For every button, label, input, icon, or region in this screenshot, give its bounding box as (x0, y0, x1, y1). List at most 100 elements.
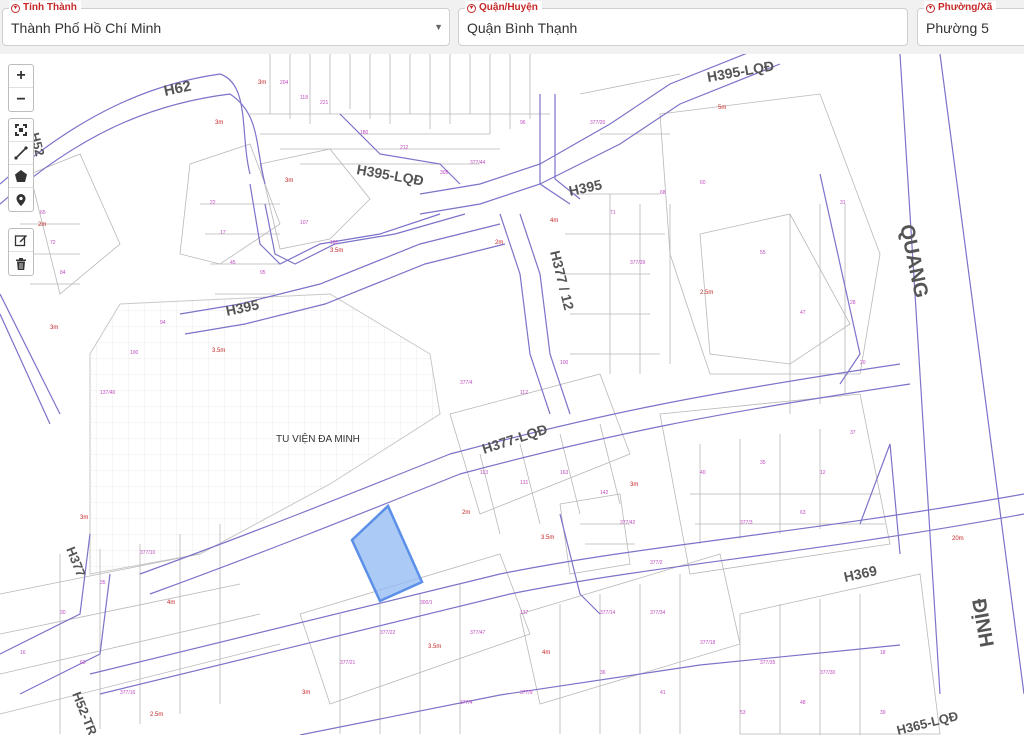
svg-text:41: 41 (660, 690, 666, 696)
edit-icon (14, 235, 27, 247)
svg-text:37: 37 (850, 430, 856, 436)
road-width: 4m (542, 650, 550, 656)
road-width: 5m (718, 105, 726, 111)
svg-text:68: 68 (660, 190, 666, 196)
svg-text:163: 163 (560, 470, 569, 476)
draw-marker-button[interactable] (9, 188, 33, 211)
chevron-down-icon: ▾ (11, 3, 20, 13)
district-value: Quận Bình Thạnh (467, 20, 578, 36)
trash-icon (16, 257, 26, 270)
svg-text:39: 39 (880, 710, 886, 716)
svg-text:55: 55 (760, 250, 766, 256)
svg-text:377/21: 377/21 (340, 660, 356, 666)
svg-text:377/42: 377/42 (620, 520, 636, 526)
svg-text:107: 107 (300, 220, 309, 226)
svg-text:65: 65 (40, 210, 46, 216)
svg-text:96: 96 (520, 120, 526, 126)
road-width: 3.5m (541, 535, 554, 541)
edit-tools (8, 228, 34, 276)
svg-text:47: 47 (800, 310, 806, 316)
svg-text:377/2: 377/2 (650, 560, 663, 566)
svg-text:305: 305 (440, 170, 449, 176)
svg-text:36: 36 (600, 670, 606, 676)
polyline-icon (14, 146, 28, 160)
map-canvas[interactable]: 204118221 180212305 377/4496 377/20 71377… (0, 54, 1024, 735)
svg-text:113: 113 (480, 470, 488, 476)
province-legend: ▾ Tỉnh Thành (9, 1, 81, 15)
svg-text:142: 142 (600, 490, 609, 496)
svg-text:40: 40 (700, 470, 706, 476)
map-pin-icon (16, 193, 26, 206)
road-width: 3m (258, 80, 266, 86)
road-width: 3.5m (212, 348, 225, 354)
place-label-monastery: TU VIỆN ĐA MINH (276, 432, 360, 445)
svg-text:118: 118 (300, 95, 308, 101)
chevron-down-icon: ▾ (467, 3, 476, 13)
edit-layers-button[interactable] (9, 229, 33, 252)
pentagon-icon (15, 170, 27, 182)
delete-layers-button[interactable] (9, 252, 33, 275)
road-width: 3.5m (428, 644, 441, 650)
fullscreen-button[interactable] (9, 119, 33, 142)
svg-text:16: 16 (20, 650, 26, 656)
svg-text:131: 131 (520, 480, 529, 486)
svg-text:377/22: 377/22 (380, 630, 396, 636)
svg-text:45: 45 (230, 260, 236, 266)
zoom-out-button[interactable]: − (9, 88, 33, 111)
svg-text:60: 60 (700, 180, 706, 186)
svg-text:63: 63 (80, 660, 86, 666)
svg-text:95: 95 (260, 270, 266, 276)
svg-text:31: 31 (840, 200, 846, 206)
road-width: 4m (550, 218, 558, 224)
road-width: 20m (952, 536, 964, 542)
svg-text:28: 28 (850, 300, 856, 306)
draw-polygon-button[interactable] (9, 165, 33, 188)
district-select[interactable]: ▾ Quận/Huyện Quận Bình Thạnh (458, 1, 908, 46)
svg-text:30: 30 (60, 610, 66, 616)
svg-text:377/20: 377/20 (590, 120, 606, 126)
svg-text:137: 137 (520, 610, 529, 616)
svg-text:377/39: 377/39 (630, 260, 646, 266)
province-label: Tỉnh Thành (23, 2, 77, 13)
draw-tools (8, 118, 34, 212)
svg-text:300/1: 300/1 (420, 600, 433, 606)
district-legend: ▾ Quận/Huyện (465, 1, 542, 15)
zoom-in-button[interactable]: + (9, 65, 33, 88)
svg-text:377/34: 377/34 (650, 610, 666, 616)
svg-text:100: 100 (560, 360, 569, 366)
svg-text:63: 63 (800, 510, 806, 516)
road-width: 3m (80, 515, 88, 521)
svg-text:137/40: 137/40 (100, 390, 116, 396)
svg-text:377/44: 377/44 (470, 160, 486, 166)
cadastral-map[interactable]: 204 118 221 180 212 305 377/44 96 377/20 71 377… (0, 54, 1024, 735)
svg-text:22: 22 (210, 200, 216, 206)
svg-text:204: 204 (280, 80, 289, 86)
svg-text:20: 20 (860, 360, 866, 366)
draw-line-button[interactable] (9, 142, 33, 165)
svg-text:12: 12 (820, 470, 826, 476)
road-width: 3m (630, 482, 638, 488)
road-width: 2m (495, 240, 503, 246)
road-width: 3.5m (330, 248, 343, 254)
road-width: 3m (215, 120, 223, 126)
road-width: 3m (302, 690, 310, 696)
svg-text:377/4: 377/4 (460, 700, 473, 706)
road-width: 3m (285, 178, 293, 184)
svg-text:377/18: 377/18 (700, 640, 716, 646)
svg-text:48: 48 (800, 700, 806, 706)
svg-text:100: 100 (130, 350, 139, 356)
ward-select[interactable]: ▾ Phường/Xã Phường 5 (917, 1, 1024, 46)
district-label: Quận/Huyện (479, 2, 538, 13)
dropdown-caret-icon[interactable]: ▼ (434, 22, 443, 32)
svg-text:17: 17 (220, 230, 226, 236)
province-select[interactable]: ▾ Tỉnh Thành Thành Phố Hồ Chí Minh ▼ (2, 1, 450, 46)
svg-text:377/3: 377/3 (740, 520, 753, 526)
svg-text:377/14: 377/14 (600, 610, 616, 616)
ward-label: Phường/Xã (938, 2, 993, 13)
ward-value: Phường 5 (926, 20, 989, 36)
ward-legend: ▾ Phường/Xã (924, 1, 997, 15)
svg-text:377/47: 377/47 (470, 630, 486, 636)
svg-text:221: 221 (320, 100, 329, 106)
fullscreen-icon (15, 124, 27, 136)
chevron-down-icon: ▾ (926, 3, 935, 13)
